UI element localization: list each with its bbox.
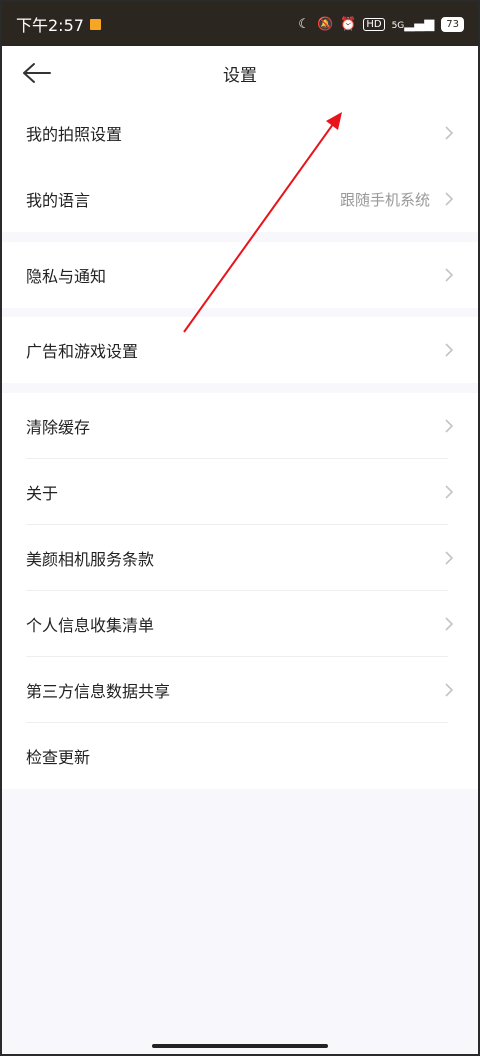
item-label: 个人信息收集清单: [26, 616, 155, 635]
chevron-right-icon: [445, 551, 454, 565]
battery-icon: 73: [441, 16, 464, 32]
status-time: 下午2:57: [16, 16, 84, 35]
language-value: 跟随手机系统: [339, 190, 430, 209]
chevron-right-icon: [445, 192, 454, 206]
muted-bell-icon: 🔕: [316, 16, 334, 32]
back-arrow-icon[interactable]: [22, 60, 52, 86]
item-label: 检查更新: [26, 748, 91, 767]
item-label: 关于: [26, 484, 59, 503]
status-bar: 下午2:57 ☾ 🔕 ⏰ HD 5G▂▄▆ 73: [2, 2, 478, 46]
hd-icon: HD: [363, 17, 385, 31]
chevron-right-icon: [445, 683, 454, 697]
chevron-right-icon: [445, 343, 454, 357]
settings-group-ads: 广告和游戏设置: [2, 317, 478, 383]
settings-group-privacy: 隐私与通知: [2, 242, 478, 308]
status-right: ☾ 🔕 ⏰ HD 5G▂▄▆ 73: [298, 16, 464, 32]
home-indicator[interactable]: [152, 1044, 328, 1048]
chevron-right-icon: [445, 126, 454, 140]
settings-item-privacy-notifications[interactable]: 隐私与通知: [2, 242, 478, 308]
chevron-right-icon: [445, 419, 454, 433]
settings-item-ads-games[interactable]: 广告和游戏设置: [2, 317, 478, 383]
settings-item-about[interactable]: 关于: [2, 459, 478, 525]
settings-item-language[interactable]: 我的语言 跟随手机系统: [2, 166, 478, 232]
item-label: 广告和游戏设置: [26, 342, 139, 361]
signal-icon: 5G▂▄▆: [391, 16, 435, 32]
settings-item-third-party-sharing[interactable]: 第三方信息数据共享: [2, 657, 478, 723]
settings-item-terms-of-service[interactable]: 美颜相机服务条款: [2, 525, 478, 591]
settings-item-personal-info-list[interactable]: 个人信息收集清单: [2, 591, 478, 657]
item-label: 我的语言: [26, 191, 91, 210]
message-notification-icon: [89, 18, 101, 30]
item-label: 隐私与通知: [26, 267, 107, 286]
settings-item-check-update[interactable]: 检查更新: [2, 723, 478, 789]
signal-label: 5G: [391, 20, 405, 31]
status-left: 下午2:57: [16, 12, 101, 36]
settings-group-general: 清除缓存 关于 美颜相机服务条款 个人信息收集清单 第三方信息数据共享 检查更新: [2, 393, 478, 789]
page-title: 设置: [223, 65, 257, 86]
header-bar: 设置: [2, 46, 478, 100]
settings-group-personal: 我的拍照设置 我的语言 跟随手机系统: [2, 100, 478, 232]
settings-item-photo-settings[interactable]: 我的拍照设置: [2, 100, 478, 166]
chevron-right-icon: [445, 617, 454, 631]
item-label: 我的拍照设置: [26, 125, 123, 144]
chevron-right-icon: [445, 485, 454, 499]
item-label: 清除缓存: [26, 418, 91, 437]
chevron-right-icon: [445, 268, 454, 282]
moon-icon: ☾: [298, 16, 310, 32]
item-label: 第三方信息数据共享: [26, 682, 171, 701]
item-label: 美颜相机服务条款: [26, 550, 155, 569]
alarm-icon: ⏰: [340, 16, 357, 32]
settings-item-clear-cache[interactable]: 清除缓存: [2, 393, 478, 459]
